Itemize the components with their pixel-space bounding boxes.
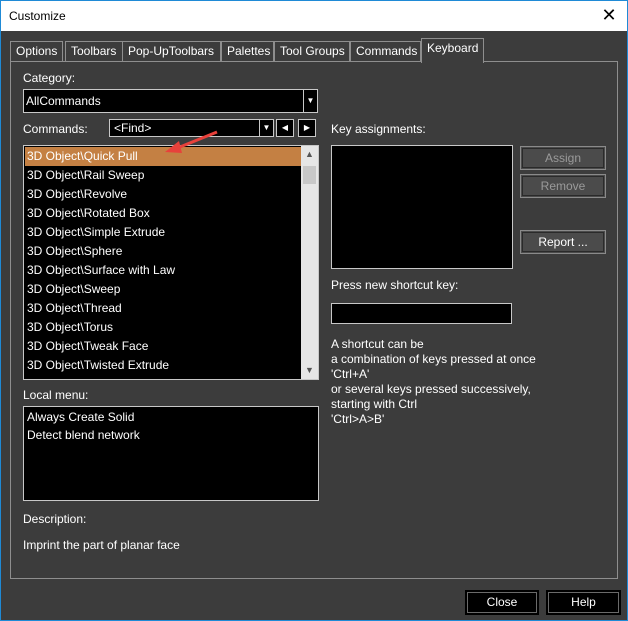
shortcut-help-line: 'Ctrl>A>B': [331, 412, 385, 426]
shortcut-help-line: A shortcut can be: [331, 337, 424, 351]
tab-keyboard[interactable]: Keyboard: [421, 38, 484, 63]
list-item[interactable]: 3D Object\Rotated Box: [25, 204, 150, 223]
key-assignments-list[interactable]: [331, 145, 513, 269]
shortcut-help-line: starting with Ctrl: [331, 397, 418, 411]
window-title: Customize: [9, 9, 66, 23]
category-value: AllCommands: [26, 94, 101, 108]
category-select[interactable]: AllCommands ▼: [23, 89, 318, 113]
shortcut-help-line: 'Ctrl+A': [331, 367, 370, 381]
commands-scrollbar[interactable]: ▲ ▼: [301, 146, 318, 379]
description-text: Imprint the part of planar face: [23, 538, 180, 552]
remove-button[interactable]: Remove: [520, 174, 606, 198]
tab-popup-toolbars[interactable]: Pop-UpToolbars: [122, 41, 221, 62]
shortcut-help-line: a combination of keys pressed at once: [331, 352, 536, 366]
list-item[interactable]: 3D Object\Simple Extrude: [25, 223, 165, 242]
list-item[interactable]: Always Create Solid: [25, 408, 134, 427]
scroll-thumb[interactable]: [303, 166, 316, 184]
list-item[interactable]: Detect blend network: [25, 426, 140, 445]
list-item[interactable]: 3D Object\Twisted Extrude: [25, 356, 169, 375]
local-menu-list[interactable]: Always Create Solid Detect blend network: [23, 406, 319, 501]
list-item[interactable]: 3D Object\Sphere: [25, 242, 122, 261]
customize-dialog: Customize ✕ Options Toolbars Pop-UpToolb…: [0, 0, 628, 621]
shortcut-input[interactable]: [331, 303, 512, 324]
close-button[interactable]: Close: [465, 590, 539, 615]
list-item[interactable]: 3D Object\Thread: [25, 299, 122, 318]
scroll-up-icon[interactable]: ▲: [301, 146, 318, 163]
report-button[interactable]: Report ...: [520, 230, 606, 254]
description-label: Description:: [23, 512, 87, 526]
key-assignments-label: Key assignments:: [331, 122, 426, 136]
tab-tool-groups[interactable]: Tool Groups: [274, 41, 350, 62]
list-item[interactable]: 3D Object\Rail Sweep: [25, 166, 144, 185]
local-menu-label: Local menu:: [23, 388, 89, 402]
scroll-down-icon[interactable]: ▼: [301, 362, 318, 379]
assign-button[interactable]: Assign: [520, 146, 606, 170]
list-item[interactable]: 3D Object\Revolve: [25, 185, 127, 204]
title-bar: Customize ✕: [1, 1, 627, 31]
tab-toolbars[interactable]: Toolbars: [65, 41, 125, 62]
find-previous-button[interactable]: ◀: [276, 119, 294, 137]
close-icon[interactable]: ✕: [599, 5, 619, 25]
chevron-down-icon[interactable]: ▼: [259, 120, 273, 136]
tab-commands[interactable]: Commands: [350, 41, 421, 62]
list-item[interactable]: 3D Object\Tweak Face: [25, 337, 148, 356]
tab-palettes[interactable]: Palettes: [221, 41, 274, 62]
list-item[interactable]: 3D Object\Sweep: [25, 280, 120, 299]
annotation-arrow-icon: [165, 130, 218, 153]
shortcut-help-line: or several keys pressed successively,: [331, 382, 531, 396]
list-item[interactable]: 3D Object\Torus: [25, 318, 113, 337]
find-next-button[interactable]: ▶: [298, 119, 316, 137]
category-label: Category:: [23, 71, 76, 85]
chevron-down-icon[interactable]: ▼: [303, 90, 317, 112]
commands-list[interactable]: 3D Object\Quick Pull 3D Object\Rail Swee…: [23, 145, 319, 380]
find-value: <Find>: [114, 121, 152, 135]
list-item[interactable]: 3D Object\Surface with Law: [25, 261, 175, 280]
tab-options[interactable]: Options: [10, 41, 63, 62]
help-button[interactable]: Help: [546, 590, 621, 615]
shortcut-label: Press new shortcut key:: [331, 278, 459, 292]
commands-label: Commands:: [23, 122, 88, 136]
